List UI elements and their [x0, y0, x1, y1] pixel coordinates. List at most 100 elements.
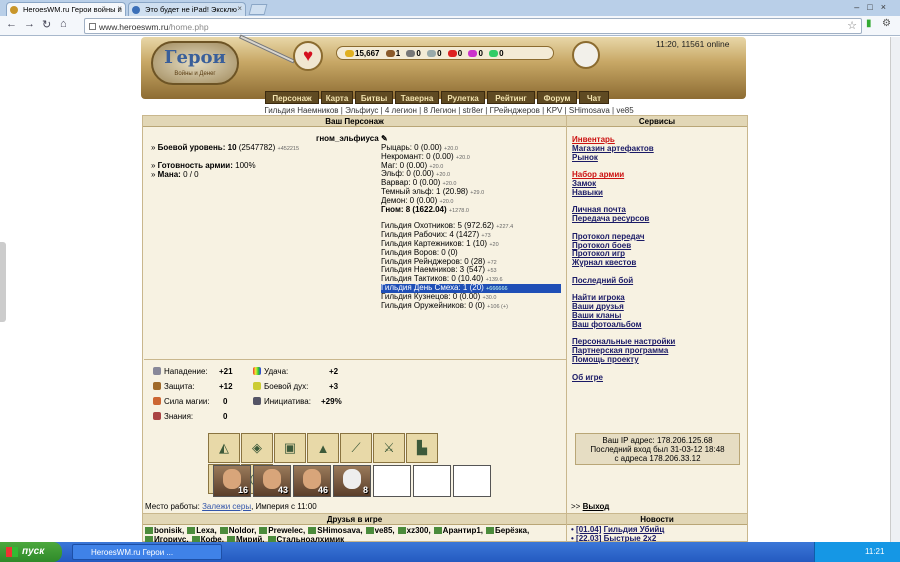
workplace-link[interactable]: Залежи серы	[202, 502, 251, 511]
service-link[interactable]: Навыки	[572, 188, 675, 198]
race-icon	[219, 527, 228, 534]
home-icon[interactable]: ⌂	[60, 18, 67, 30]
site-favicon-icon	[132, 6, 140, 14]
friends-panel-header: Друзья в игре	[143, 514, 566, 525]
wrench-menu-icon[interactable]: ⚙	[882, 18, 891, 29]
race-icon	[433, 527, 442, 534]
row-text: Гном: 8 (1622.04)	[381, 204, 447, 214]
workplace-label: Место работы:	[145, 502, 200, 511]
army-ready-value: 100%	[235, 161, 256, 170]
row-text: Гильдия Охотников: 5 (972.62)	[381, 221, 494, 231]
row-text: Гильдия Воров: 0 (0)	[381, 247, 458, 257]
guild-links[interactable]: Гильдия Наемников | Эльфиус | 4 легион |…	[239, 106, 659, 115]
bookmark-star-icon[interactable]: ☆	[847, 19, 857, 32]
row-text: Гильдия Кузнецов: 0 (0.00)	[381, 291, 481, 301]
amulet-item-icon[interactable]: ◈	[241, 433, 273, 463]
vertical-scrollbar[interactable]	[890, 37, 900, 542]
cloak-item-icon[interactable]: ▲	[307, 433, 339, 463]
row-gain: +20	[489, 241, 499, 248]
empty-army-slot[interactable]	[453, 465, 491, 497]
edit-icon[interactable]: ✎	[381, 134, 388, 143]
boots-item-icon[interactable]: ▙	[406, 433, 438, 463]
new-tab-button[interactable]	[248, 4, 268, 15]
menu-forum[interactable]: Форум	[537, 91, 577, 104]
helmet-item-icon[interactable]: ◭	[208, 433, 240, 463]
friend-link[interactable]: Lexa,	[187, 526, 217, 535]
row-gain: +29.0	[470, 189, 485, 196]
initiative-label: Инициатива:	[264, 397, 311, 406]
back-arrow-icon[interactable]: ←	[6, 18, 17, 30]
friend-link[interactable]: Prewelec,	[259, 526, 305, 535]
service-link[interactable]: Последний бой	[572, 276, 675, 286]
close-tab-icon[interactable]: ×	[117, 4, 122, 13]
service-link[interactable]: Помощь проекту	[572, 355, 675, 365]
extension-bars-icon[interactable]: ▮	[866, 18, 872, 29]
sword-item-icon[interactable]: ⚔	[373, 433, 405, 463]
wings-icon	[253, 382, 261, 390]
start-button[interactable]: пуск	[0, 542, 62, 562]
close-tab-icon[interactable]: ×	[237, 4, 242, 13]
unit-count: 8	[362, 485, 368, 495]
address-bar[interactable]: www.heroeswm.ru/home.php ☆	[84, 18, 862, 34]
army-unit[interactable]: 8	[333, 465, 371, 497]
friend-link[interactable]: bonisik,	[145, 526, 184, 535]
row-text: Темный эльф: 1 (20.98)	[381, 186, 469, 196]
friend-name: bonisik	[154, 526, 183, 535]
taskbar-window-chrome[interactable]: HeroesWM.ru Герои ...	[72, 544, 222, 560]
menu-character[interactable]: Персонаж	[265, 91, 319, 104]
empty-army-slot[interactable]	[373, 465, 411, 497]
army-unit[interactable]: 16	[213, 465, 251, 497]
menu-tavern[interactable]: Таверна	[395, 91, 439, 104]
morale-label: Боевой дух:	[264, 382, 309, 391]
window-controls[interactable]: –□×	[854, 2, 894, 12]
row-text: Некромант: 0 (0.00)	[381, 151, 454, 161]
game-header: Герои Войны и Денег ♥ 15,667 1 0 0 0 0 0…	[141, 34, 746, 115]
sulfur-value: 0	[457, 49, 463, 58]
row-text: Гильдия Рабочих: 4 (1427)	[381, 230, 480, 240]
race-icon	[187, 527, 196, 534]
reload-icon[interactable]: ↻	[42, 18, 51, 31]
workplace: Место работы: Залежи серы, Империя с 11:…	[145, 502, 317, 511]
menu-map[interactable]: Карта	[321, 91, 353, 104]
menu-rating[interactable]: Рейтинг	[487, 91, 535, 104]
tab-heroeswm[interactable]: HeroesWM.ru Герои войны и ×	[6, 2, 126, 16]
exit-link[interactable]: Выход	[583, 502, 610, 511]
service-link[interactable]: Об игре	[572, 373, 675, 383]
empty-army-slot[interactable]	[413, 465, 451, 497]
friend-link[interactable]: Noldor,	[219, 526, 256, 535]
spellpower-value: 0	[223, 397, 228, 406]
armor-item-icon[interactable]: ▣	[274, 433, 306, 463]
combat-level-gain: +452215	[277, 146, 300, 152]
friend-link[interactable]: Берёзка,	[486, 526, 529, 535]
row-gain: +666666	[486, 285, 508, 292]
menu-battles[interactable]: Битвы	[355, 91, 393, 104]
workplace-rest: , Империя с 11:00	[251, 502, 317, 511]
menu-chat[interactable]: Чат	[579, 91, 609, 104]
tab-ipad-article[interactable]: Это будет не iPad! Эксклю ×	[128, 2, 246, 16]
army-unit[interactable]: 46	[293, 465, 331, 497]
friend-link[interactable]: ve85,	[365, 526, 395, 535]
wand-icon	[153, 397, 161, 405]
menu-roulette[interactable]: Рулетка	[441, 91, 485, 104]
service-link[interactable]: Рынок	[572, 153, 675, 163]
forward-arrow-icon[interactable]: →	[24, 18, 35, 30]
row-text: Гильдия День Смеха: 1 (20)	[381, 282, 484, 292]
game-logo[interactable]: Герои Войны и Денег	[151, 41, 239, 85]
crystal-icon	[468, 50, 478, 57]
service-link[interactable]: Ваш фотоальбом	[572, 320, 675, 330]
friend-name: Lexa	[196, 526, 215, 535]
side-grip-handle[interactable]	[0, 242, 6, 322]
friend-link[interactable]: Арантир1,	[433, 526, 483, 535]
weapon-item-icon[interactable]: ⟋	[340, 433, 372, 463]
army-unit[interactable]: 43	[253, 465, 291, 497]
friend-link[interactable]: SHimosava,	[308, 526, 363, 535]
character-name[interactable]: гном_эльфиуса ✎	[316, 134, 388, 143]
service-link[interactable]: Передача ресурсов	[572, 214, 675, 224]
ip-info-box: Ваш IP адрес: 178.206.125.68 Последний в…	[575, 433, 740, 465]
friend-link[interactable]: xz300,	[397, 526, 431, 535]
bullet-icon: »	[151, 161, 158, 170]
services-panel-header: Сервисы	[567, 116, 747, 127]
service-link[interactable]: Журнал квестов	[572, 258, 675, 268]
taskbar-window-label: HeroesWM.ru Герои ...	[91, 548, 174, 557]
row-text: Гильдия Оружейников: 0 (0)	[381, 300, 485, 310]
